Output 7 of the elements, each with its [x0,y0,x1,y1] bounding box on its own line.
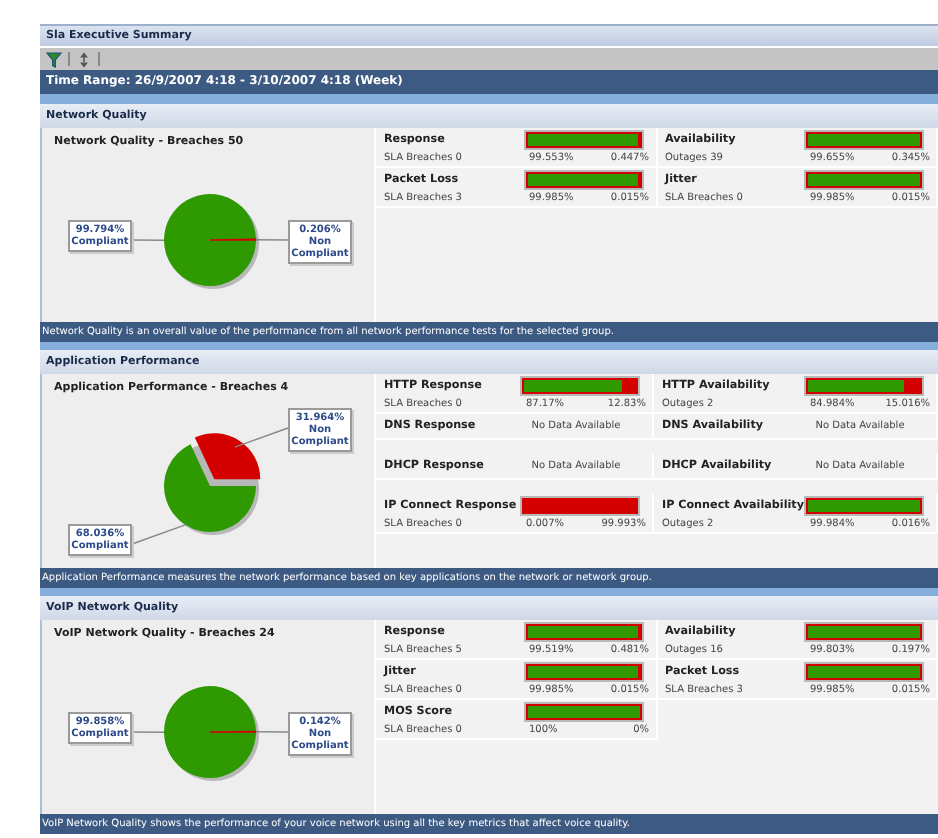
leader-line [255,239,289,241]
leader-line [255,731,289,733]
leader-line [131,731,165,733]
leader-line [234,427,289,448]
sort-icon[interactable] [76,51,92,67]
leader-line [131,239,165,241]
leader-line [131,524,186,545]
